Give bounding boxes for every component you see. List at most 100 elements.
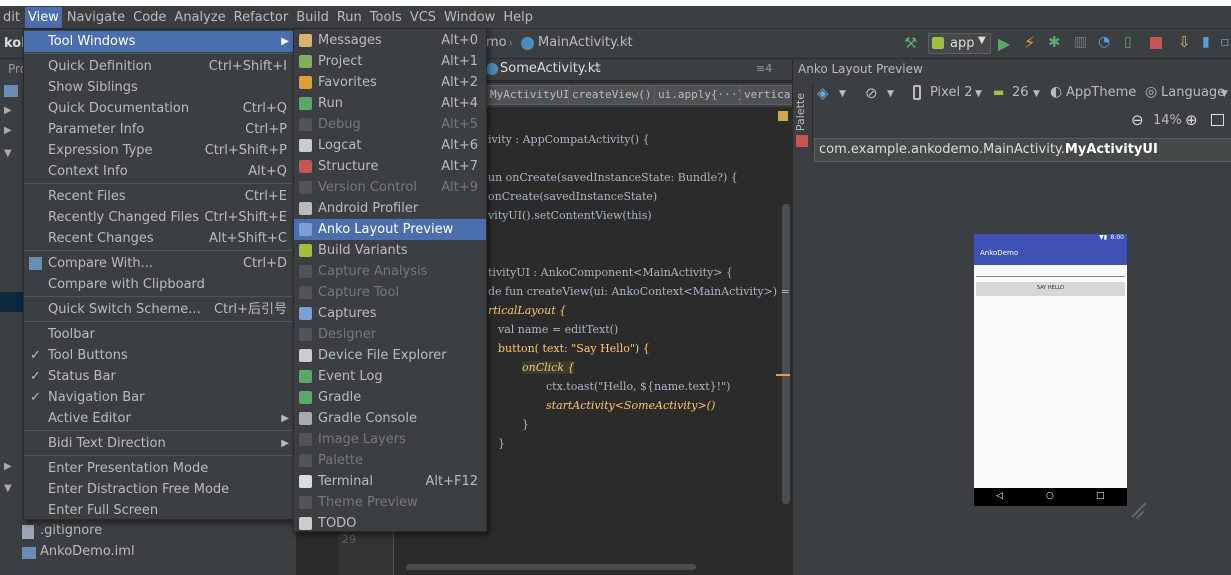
tool-window-image-layers[interactable]: Image Layers xyxy=(294,429,486,450)
profiler-icon[interactable]: ◔ xyxy=(1098,34,1110,50)
tool-window-messages[interactable]: Messages Alt+0 xyxy=(294,30,486,51)
menu-help[interactable]: Help xyxy=(500,7,536,28)
view-menu-item-quick-documentation[interactable]: Quick Documentation Ctrl+Q xyxy=(24,98,295,119)
menu-code[interactable]: Code xyxy=(130,7,169,28)
view-menu-item-recently-changed-files[interactable]: Recently Changed Files Ctrl+Shift+E xyxy=(24,207,295,228)
tool-window-favorites[interactable]: Favorites Alt+2 xyxy=(294,72,486,93)
tool-window-todo[interactable]: TODO xyxy=(294,513,486,534)
close-tab-icon[interactable]: × xyxy=(592,61,603,76)
zoom-out-icon[interactable]: ⊖ xyxy=(1131,111,1144,129)
view-menu-item-active-editor[interactable]: Active Editor ▶ xyxy=(24,408,295,429)
menu-build[interactable]: Build xyxy=(293,7,332,28)
tool-window-gradle[interactable]: Gradle xyxy=(294,387,486,408)
tool-window-gradle-console[interactable]: Gradle Console xyxy=(294,408,486,429)
menu-window[interactable]: Window xyxy=(441,7,498,28)
component-tree-icon[interactable] xyxy=(796,135,808,147)
tool-window-debug[interactable]: Debug Alt+5 xyxy=(294,114,486,135)
view-menu-item-expression-type[interactable]: Expression Type Ctrl+Shift+P xyxy=(24,140,295,161)
tool-window-captures[interactable]: Captures xyxy=(294,303,486,324)
stop-icon[interactable] xyxy=(1150,37,1162,49)
view-menu-item-quick-definition[interactable]: Quick Definition Ctrl+Shift+I xyxy=(24,56,295,77)
menu-tools[interactable]: Tools xyxy=(367,7,405,28)
tool-window-designer[interactable]: Designer xyxy=(294,324,486,345)
tree-item-gitignore[interactable]: .gitignore xyxy=(40,523,102,538)
menu-refactor[interactable]: Refactor xyxy=(231,7,292,28)
chevron-down-icon[interactable]: ▼ xyxy=(975,89,982,99)
view-menu-item-quick-switch-scheme[interactable]: Quick Switch Scheme... Ctrl+后引号 xyxy=(24,299,295,320)
tool-window-capture-analysis[interactable]: Capture Analysis xyxy=(294,261,486,282)
breadcrumb-file[interactable]: MainActivity.kt xyxy=(538,35,633,50)
tool-window-anko-layout-preview[interactable]: Anko Layout Preview xyxy=(294,219,486,240)
menu-vcs[interactable]: VCS xyxy=(407,7,439,28)
tree-item-iml[interactable]: AnkoDemo.iml xyxy=(40,544,135,559)
view-menu-item-navigation-bar[interactable]: ✓ Navigation Bar xyxy=(24,387,295,408)
tool-window-capture-tool[interactable]: Capture Tool xyxy=(294,282,486,303)
tool-window-project[interactable]: Project Alt+1 xyxy=(294,51,486,72)
view-menu-item-parameter-info[interactable]: Parameter Info Ctrl+P xyxy=(24,119,295,140)
view-menu-item-context-info[interactable]: Context Info Alt+Q xyxy=(24,161,295,182)
tool-window-terminal[interactable]: Terminal Alt+F12 xyxy=(294,471,486,492)
run-config-select[interactable]: app ▼ xyxy=(928,33,991,54)
chevron-down-icon[interactable]: ▼ xyxy=(1033,89,1040,99)
breadcrumb-module[interactable]: mo xyxy=(486,35,507,50)
tab-list-menu[interactable]: ≡4 xyxy=(756,62,772,75)
build-hammer-icon[interactable]: ⚒ xyxy=(904,34,917,52)
tool-window-event-log[interactable]: Event Log xyxy=(294,366,486,387)
warning-marker-icon[interactable] xyxy=(778,111,788,121)
collapse-arrow-icon[interactable]: ▼ xyxy=(4,483,12,494)
view-menu-item-recent-changes[interactable]: Recent Changes Alt+Shift+C xyxy=(24,228,295,249)
menu-analyze[interactable]: Analyze xyxy=(171,7,228,28)
attach-debugger-icon[interactable]: ▥ xyxy=(1074,34,1087,50)
language-select[interactable]: Language xyxy=(1161,85,1225,100)
expand-arrow-icon[interactable]: ▶ xyxy=(4,105,12,116)
apply-changes-icon[interactable]: ⚡ xyxy=(1024,33,1035,52)
editor-tab-someactivity[interactable]: SomeActivity.kt xyxy=(500,61,600,76)
menu-dit[interactable]: dit xyxy=(0,7,23,28)
collapse-arrow-icon[interactable]: ▼ xyxy=(4,148,12,159)
tool-window-build-variants[interactable]: Build Variants xyxy=(294,240,486,261)
view-menu-item-show-siblings[interactable]: Show Siblings xyxy=(24,77,295,98)
tool-window-theme-preview[interactable]: Theme Preview xyxy=(294,492,486,513)
coverage-icon[interactable]: ▯ xyxy=(1124,34,1132,50)
view-menu-item-bidi-text-direction[interactable]: Bidi Text Direction ▶ xyxy=(24,433,295,454)
view-menu-item-toolbar[interactable]: Toolbar xyxy=(24,324,295,345)
view-menu-item-compare-with[interactable]: Compare With... Ctrl+D xyxy=(24,253,295,274)
editor-scrollbar[interactable] xyxy=(782,204,790,504)
menu-run[interactable]: Run xyxy=(334,7,365,28)
orientation-icon[interactable]: ⊘ xyxy=(865,84,878,102)
run-icon[interactable]: ▶ xyxy=(998,34,1010,53)
api-level-select[interactable]: 26 xyxy=(1012,85,1029,100)
debug-icon[interactable]: ✱ xyxy=(1048,33,1061,51)
view-menu-item-compare-with-clipboard[interactable]: Compare with Clipboard xyxy=(24,274,295,295)
menu-view[interactable]: View xyxy=(24,6,62,28)
view-menu-item-status-bar[interactable]: ✓ Status Bar xyxy=(24,366,295,387)
sdk-manager-icon[interactable]: ▫ xyxy=(1220,34,1230,50)
layers-icon[interactable]: ◈ xyxy=(817,84,829,102)
zoom-fit-icon[interactable] xyxy=(1211,114,1224,126)
menu-navigate[interactable]: Navigate xyxy=(64,7,128,28)
tool-window-logcat[interactable]: Logcat Alt+6 xyxy=(294,135,486,156)
tool-window-palette[interactable]: Palette xyxy=(294,450,486,471)
crumb-createview[interactable]: createView() xyxy=(568,85,656,105)
tool-window-android-profiler[interactable]: Android Profiler xyxy=(294,198,486,219)
view-menu-item-enter-presentation-mode[interactable]: Enter Presentation Mode xyxy=(24,458,295,479)
avd-manager-icon[interactable]: ▮ xyxy=(1202,34,1210,50)
expand-arrow-icon[interactable]: ▶ xyxy=(4,125,12,136)
class-selector[interactable]: com.example.ankodemo.MainActivity.MyActi… xyxy=(814,138,1231,162)
tool-window-structure[interactable]: Structure Alt+7 xyxy=(294,156,486,177)
crumb-ui-apply[interactable]: ui.apply{···} xyxy=(654,85,749,105)
tool-window-version-control[interactable]: Version Control Alt+9 xyxy=(294,177,486,198)
view-menu-item-enter-distraction-free-mode[interactable]: Enter Distraction Free Mode xyxy=(24,479,295,500)
expand-arrow-icon[interactable]: ▶ xyxy=(4,461,12,472)
chevron-down-icon[interactable]: ▼ xyxy=(1221,89,1228,99)
view-menu-item-tool-buttons[interactable]: ✓ Tool Buttons xyxy=(24,345,295,366)
tool-window-run[interactable]: Run Alt+4 xyxy=(294,93,486,114)
sync-icon[interactable]: ⇩ xyxy=(1178,33,1191,51)
crumb-myactivityui[interactable]: MyActivityUI xyxy=(486,85,574,105)
crumb-vertical[interactable]: vertica xyxy=(740,85,795,105)
palette-tab[interactable]: Palette xyxy=(794,93,807,131)
view-menu-item-enter-full-screen[interactable]: Enter Full Screen xyxy=(24,500,295,521)
chevron-down-icon[interactable]: ▼ xyxy=(839,89,846,99)
theme-select[interactable]: AppTheme xyxy=(1066,85,1136,100)
horizontal-scrollbar[interactable] xyxy=(406,564,696,570)
